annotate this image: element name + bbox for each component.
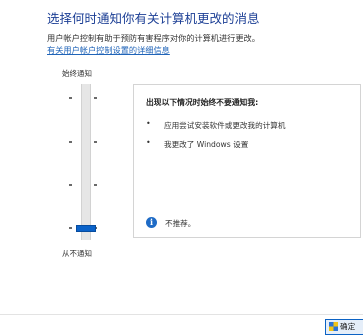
- slider-tick-right: [94, 141, 97, 143]
- bullet-icon: •: [146, 138, 151, 147]
- slider-tick-left: [69, 227, 72, 229]
- setting-description-panel: 出现以下情况时始终不要通知我: • 应用尝试安装软件或更改我的计算机 • 我更改…: [133, 84, 361, 238]
- slider-tick-left: [69, 97, 72, 99]
- slider-tick-right: [94, 184, 97, 186]
- description-text: 用户帐户控制有助于预防有害程序对你的计算机进行更改。: [47, 33, 260, 43]
- ok-button-label: 确定: [340, 322, 356, 331]
- footer-divider: [0, 314, 363, 315]
- slider-thumb[interactable]: [76, 225, 96, 232]
- ok-button[interactable]: 确定: [325, 319, 363, 335]
- slider-bottom-label: 从不通知: [62, 249, 92, 258]
- slider-track: [81, 84, 91, 240]
- panel-bullet-item: 我更改了 Windows 设置: [164, 140, 249, 149]
- page-title: 选择何时通知你有关计算机更改的消息: [47, 11, 260, 26]
- info-icon: i: [146, 217, 157, 228]
- not-recommended-note: 不推荐。: [165, 219, 196, 228]
- slider-tick-left: [69, 184, 72, 186]
- slider-top-label: 始终通知: [62, 69, 92, 78]
- slider-tick-right: [94, 97, 97, 99]
- shield-icon: [329, 322, 338, 331]
- panel-bullet-item: 应用尝试安装软件或更改我的计算机: [164, 121, 286, 130]
- slider-tick-left: [69, 141, 72, 143]
- uac-help-link[interactable]: 有关用户帐户控制设置的详细信息: [47, 44, 170, 56]
- panel-heading: 出现以下情况时始终不要通知我:: [146, 98, 259, 107]
- notification-level-slider[interactable]: [66, 84, 106, 244]
- bullet-icon: •: [146, 119, 151, 128]
